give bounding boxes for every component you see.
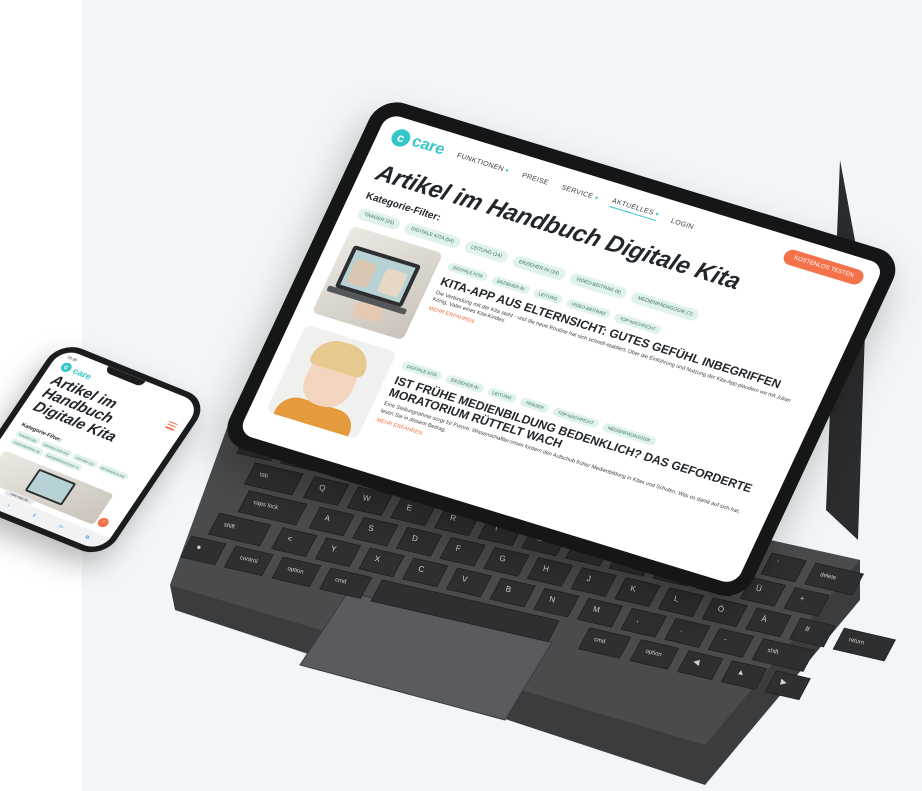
nav-aktuelles[interactable]: AKTUELLES▾ bbox=[609, 197, 660, 222]
scroll-top-button[interactable]: ↑ bbox=[95, 516, 111, 529]
filter-chip-traeger[interactable]: TRÄGER (25) bbox=[355, 207, 403, 231]
free-trial-button[interactable]: KOSTENLOS TESTEN bbox=[781, 247, 867, 287]
tabs-icon[interactable]: ⧉ bbox=[84, 534, 91, 540]
nav-label: SERVICE bbox=[560, 183, 595, 200]
bookmarks-icon[interactable]: ▭ bbox=[57, 523, 65, 530]
keyboard-key[interactable] bbox=[832, 627, 896, 662]
status-time: 16:26 bbox=[66, 354, 79, 363]
chevron-down-icon: ▾ bbox=[504, 167, 510, 175]
forward-icon[interactable]: › bbox=[6, 503, 11, 509]
filter-chip-leitung[interactable]: LEITUNG (14) bbox=[462, 239, 510, 264]
logo-text: care bbox=[408, 133, 448, 159]
laptop-illustration bbox=[334, 244, 422, 308]
nav-funktionen[interactable]: FUNKTIONEN▾ bbox=[456, 152, 510, 174]
hamburger-menu-icon[interactable] bbox=[164, 420, 178, 432]
nav-label: PREISE bbox=[520, 171, 550, 187]
filter-chip[interactable]: ERZIEHER:IN (33) bbox=[96, 463, 130, 481]
login-link[interactable]: LOGIN bbox=[670, 217, 695, 230]
nav-label: FUNKTIONEN bbox=[455, 151, 506, 173]
chevron-down-icon: ▾ bbox=[593, 194, 600, 202]
brand-logo[interactable]: c care bbox=[388, 127, 448, 159]
share-icon[interactable]: ⇧ bbox=[30, 513, 37, 520]
chevron-down-icon: ▾ bbox=[653, 211, 660, 219]
nav-preise[interactable]: PREISE bbox=[521, 172, 550, 186]
nav-service[interactable]: SERVICE▾ bbox=[560, 184, 599, 202]
nav-label: AKTUELLES bbox=[610, 197, 655, 217]
